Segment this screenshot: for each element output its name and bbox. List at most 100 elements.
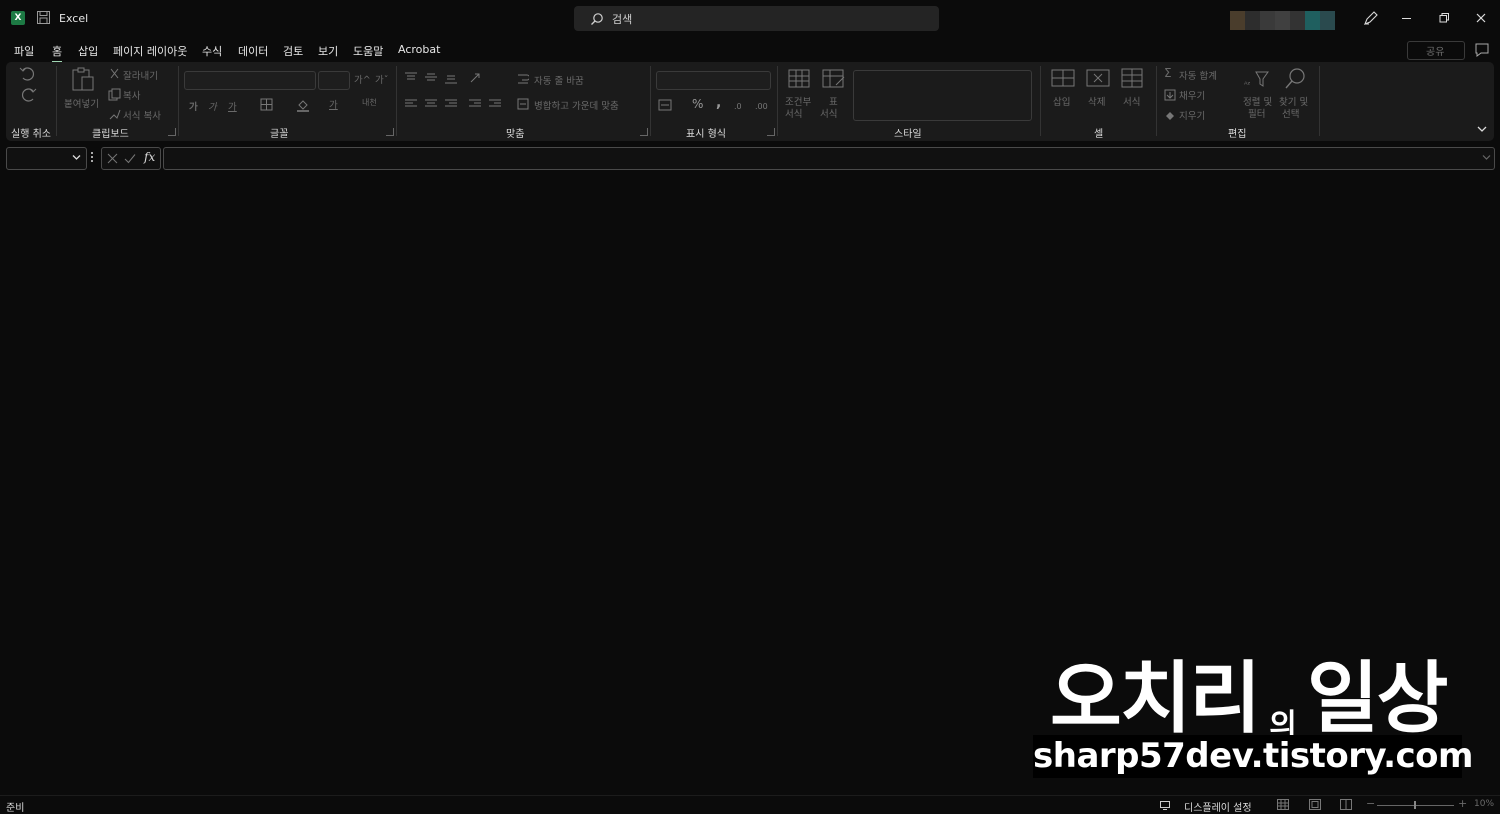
borders-icon[interactable] xyxy=(260,98,273,111)
zoom-out-icon[interactable]: − xyxy=(1366,797,1375,810)
sort-filter-label-2[interactable]: 필터 xyxy=(1248,106,1265,120)
tab-acrobat[interactable]: Acrobat xyxy=(398,43,440,56)
align-left-icon[interactable] xyxy=(405,99,417,109)
display-settings-icon[interactable] xyxy=(1160,801,1170,810)
align-middle-icon[interactable] xyxy=(425,72,437,82)
alignment-launcher-icon[interactable] xyxy=(640,128,648,136)
conditional-format-label-2[interactable]: 서식 xyxy=(785,106,802,120)
number-format-select[interactable] xyxy=(656,71,771,90)
format-as-table-label-2[interactable]: 서식 xyxy=(820,106,837,120)
bold-button[interactable]: 가 xyxy=(189,99,198,113)
accounting-format-icon[interactable] xyxy=(658,99,672,111)
confirm-entry-icon[interactable] xyxy=(124,153,136,164)
formula-bar-grip-icon[interactable] xyxy=(91,151,93,163)
delete-cells-label[interactable]: 삭제 xyxy=(1088,94,1105,108)
font-color-button[interactable]: 가 xyxy=(329,97,338,111)
find-select-icon[interactable] xyxy=(1283,67,1307,91)
name-box[interactable] xyxy=(6,147,87,170)
page-break-view-icon[interactable] xyxy=(1340,799,1352,810)
cancel-entry-icon[interactable] xyxy=(107,153,118,164)
cut-icon[interactable] xyxy=(109,68,121,80)
format-painter-icon[interactable] xyxy=(108,108,121,121)
underline-button[interactable]: 가 xyxy=(228,99,237,113)
paste-icon[interactable] xyxy=(70,66,96,92)
fill-button[interactable]: 채우기 xyxy=(1179,88,1205,102)
format-cells-icon[interactable] xyxy=(1121,68,1143,88)
italic-button[interactable]: 가 xyxy=(208,99,217,113)
sort-filter-icon[interactable]: ᴬᶻ xyxy=(1244,69,1270,89)
delete-cells-icon[interactable] xyxy=(1086,69,1110,87)
comma-button[interactable]: , xyxy=(716,95,721,111)
orientation-icon[interactable] xyxy=(469,72,483,84)
find-select-label-2[interactable]: 선택 xyxy=(1282,106,1299,120)
clear-icon[interactable] xyxy=(1164,109,1176,121)
font-name-select[interactable] xyxy=(184,71,316,90)
name-box-chevron-down-icon[interactable] xyxy=(72,154,81,161)
display-settings-button[interactable]: 디스플레이 설정 xyxy=(1184,799,1252,814)
tab-page-layout[interactable]: 페이지 레이아웃 xyxy=(113,43,187,59)
close-icon[interactable] xyxy=(1471,8,1491,28)
cut-label[interactable]: 잘라내기 xyxy=(123,68,158,82)
redo-icon[interactable] xyxy=(18,87,38,103)
insert-cells-label[interactable]: 삽입 xyxy=(1053,94,1070,108)
minimize-icon[interactable] xyxy=(1397,8,1417,28)
tab-view[interactable]: 보기 xyxy=(318,43,338,59)
account-avatar[interactable] xyxy=(1230,11,1335,30)
clipboard-launcher-icon[interactable] xyxy=(168,128,176,136)
increase-decimal-icon[interactable]: .0 xyxy=(734,99,748,111)
autosum-icon[interactable]: Σ xyxy=(1164,66,1172,80)
search-input[interactable]: 검색 xyxy=(574,6,939,31)
formula-expand-chevron-icon[interactable] xyxy=(1482,154,1491,161)
format-painter-label[interactable]: 서식 복사 xyxy=(123,108,161,122)
align-top-icon[interactable] xyxy=(405,72,417,82)
fill-color-icon[interactable] xyxy=(296,98,310,112)
paste-label[interactable]: 붙여넣기 xyxy=(64,96,99,110)
ribbon-collapse-chevron-icon[interactable] xyxy=(1477,125,1487,133)
tab-home[interactable]: 홈 xyxy=(52,43,63,63)
merge-center-button[interactable]: 병합하고 가운데 맞춤 xyxy=(534,98,619,112)
tab-data[interactable]: 데이터 xyxy=(238,43,268,59)
font-size-select[interactable] xyxy=(318,71,350,90)
phonetic-button[interactable]: 내천 xyxy=(362,97,377,108)
percent-button[interactable]: % xyxy=(692,97,703,111)
fill-icon[interactable] xyxy=(1164,89,1176,101)
tab-formulas[interactable]: 수식 xyxy=(202,43,222,59)
cell-styles-gallery[interactable] xyxy=(853,70,1032,121)
zoom-slider-thumb[interactable] xyxy=(1414,801,1416,809)
insert-function-button[interactable]: fx xyxy=(144,150,155,164)
zoom-in-icon[interactable]: + xyxy=(1458,797,1467,810)
tab-help[interactable]: 도움말 xyxy=(353,43,383,59)
tab-insert[interactable]: 삽입 xyxy=(78,43,98,59)
decrease-indent-icon[interactable] xyxy=(469,99,481,109)
zoom-level[interactable]: 10% xyxy=(1474,799,1494,809)
copy-label[interactable]: 복사 xyxy=(123,88,140,102)
wrap-text-icon[interactable] xyxy=(517,73,529,85)
grow-font-button[interactable]: 가^ xyxy=(354,72,371,86)
restore-icon[interactable] xyxy=(1434,8,1454,28)
increase-indent-icon[interactable] xyxy=(489,99,501,109)
font-launcher-icon[interactable] xyxy=(386,128,394,136)
pen-icon[interactable] xyxy=(1361,8,1381,28)
save-icon[interactable] xyxy=(37,11,50,24)
autosum-button[interactable]: 자동 합계 xyxy=(1179,68,1217,82)
align-bottom-icon[interactable] xyxy=(445,74,457,84)
format-as-table-icon[interactable] xyxy=(822,69,846,89)
align-right-icon[interactable] xyxy=(445,99,457,109)
normal-view-icon[interactable] xyxy=(1277,799,1289,810)
decrease-decimal-icon[interactable]: .00 xyxy=(755,99,769,111)
comments-icon[interactable] xyxy=(1474,42,1490,58)
copy-icon[interactable] xyxy=(108,88,121,101)
align-center-icon[interactable] xyxy=(425,99,437,109)
conditional-format-icon[interactable] xyxy=(788,69,810,89)
wrap-text-button[interactable]: 자동 줄 바꿈 xyxy=(534,73,584,87)
share-button[interactable]: 공유 xyxy=(1407,41,1465,60)
number-launcher-icon[interactable] xyxy=(767,128,775,136)
page-layout-view-icon[interactable] xyxy=(1309,799,1321,810)
shrink-font-button[interactable]: 가ˇ xyxy=(375,72,389,86)
format-cells-label[interactable]: 서식 xyxy=(1123,94,1140,108)
tab-review[interactable]: 검토 xyxy=(283,43,303,59)
clear-button[interactable]: 지우기 xyxy=(1179,108,1205,122)
insert-cells-icon[interactable] xyxy=(1051,69,1075,87)
merge-center-icon[interactable] xyxy=(517,98,529,110)
tab-file[interactable]: 파일 xyxy=(14,43,34,59)
